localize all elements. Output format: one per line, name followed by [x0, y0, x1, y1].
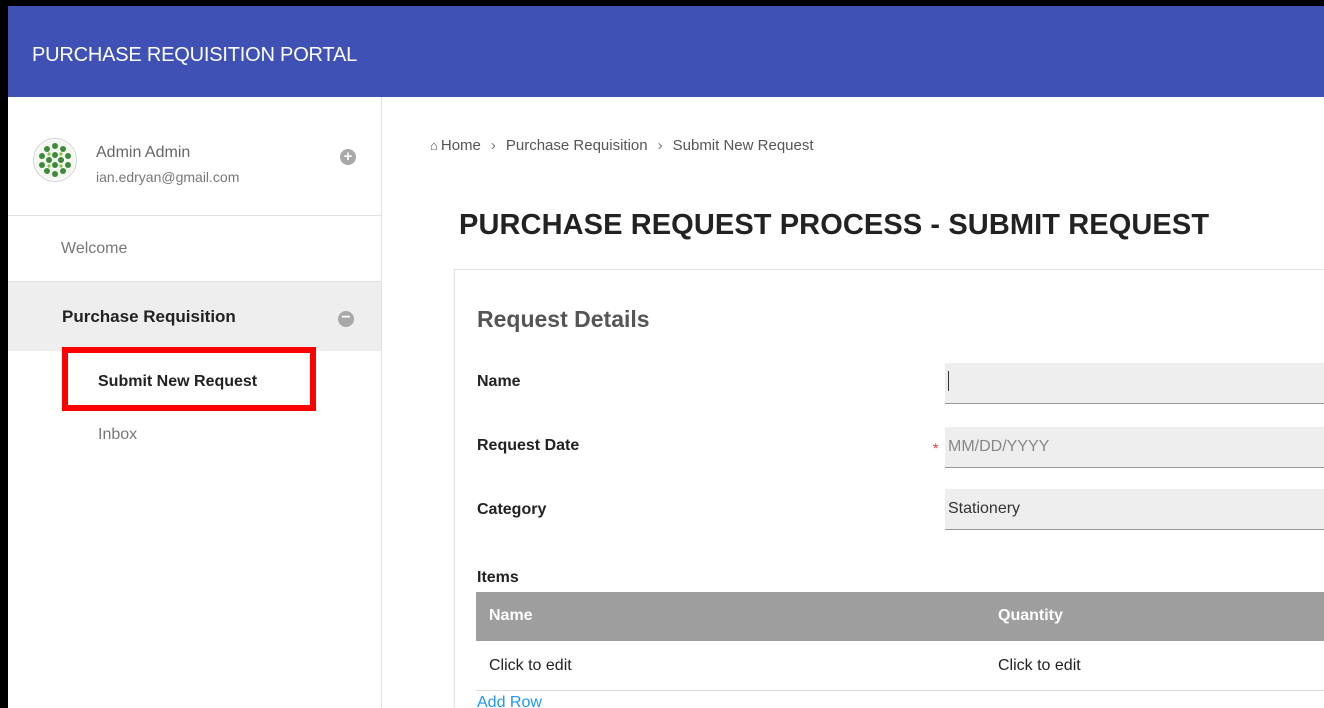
cell-name-edit[interactable]: Click to edit — [489, 657, 572, 675]
user-email: ian.edryan@gmail.com — [96, 169, 240, 185]
request-details-card: Request Details Name Request Date * MM/D… — [454, 269, 1324, 708]
cell-quantity-edit[interactable]: Click to edit — [998, 657, 1081, 675]
sidebar-item-label: Submit New Request — [98, 373, 258, 390]
avatar-pattern-icon — [35, 140, 75, 180]
sidebar-item-label: Welcome — [61, 240, 128, 257]
chevron-right-icon: › — [657, 137, 663, 154]
plus-circle-icon[interactable]: + — [340, 149, 356, 165]
sidebar-item-submit-new-request[interactable]: Submit New Request — [62, 347, 316, 411]
breadcrumb-purchase-requisition[interactable]: Purchase Requisition — [506, 137, 648, 154]
items-table-header: Name Quantity — [476, 592, 1324, 641]
sidebar-item-label: Purchase Requisition — [62, 307, 236, 326]
user-profile: Admin Admin ian.edryan@gmail.com + — [8, 97, 381, 216]
breadcrumb: ⌂ Home › Purchase Requisition › Submit New Re… — [430, 137, 814, 154]
section-title: Request Details — [477, 306, 650, 332]
app-frame: PURCHASE REQUISITION PORTAL Admin Admin … — [8, 6, 1324, 708]
name-label: Name — [477, 373, 521, 390]
items-label: Items — [477, 569, 519, 586]
text-cursor — [948, 371, 949, 392]
column-header-quantity: Quantity — [998, 607, 1063, 624]
minus-circle-icon[interactable]: − — [338, 310, 354, 327]
column-header-name: Name — [489, 607, 533, 624]
top-header: PURCHASE REQUISITION PORTAL — [8, 6, 1324, 97]
sidebar-item-purchase-requisition[interactable]: Purchase Requisition − — [8, 282, 381, 351]
page-title: PURCHASE REQUEST PROCESS - SUBMIT REQUES… — [459, 209, 1210, 241]
request-date-label: Request Date — [477, 437, 580, 454]
app-title: PURCHASE REQUISITION PORTAL — [32, 44, 358, 66]
table-row: Click to edit Click to edit — [476, 641, 1324, 691]
category-label: Category — [477, 501, 547, 518]
avatar — [33, 138, 77, 182]
user-name: Admin Admin — [96, 144, 191, 161]
breadcrumb-current: Submit New Request — [672, 137, 814, 154]
sidebar-item-welcome[interactable]: Welcome — [8, 216, 381, 282]
required-asterisk: * — [933, 440, 939, 456]
breadcrumb-home[interactable]: Home — [441, 137, 481, 154]
name-input[interactable] — [945, 363, 1324, 404]
category-select[interactable]: Stationery — [945, 489, 1324, 530]
chevron-right-icon: › — [490, 137, 496, 154]
sidebar: Admin Admin ian.edryan@gmail.com + Welco… — [8, 97, 382, 708]
request-date-input[interactable]: MM/DD/YYYY — [945, 427, 1324, 468]
sidebar-item-inbox[interactable]: Inbox — [98, 426, 137, 444]
home-icon: ⌂ — [430, 138, 438, 153]
add-row-link[interactable]: Add Row — [477, 694, 542, 708]
